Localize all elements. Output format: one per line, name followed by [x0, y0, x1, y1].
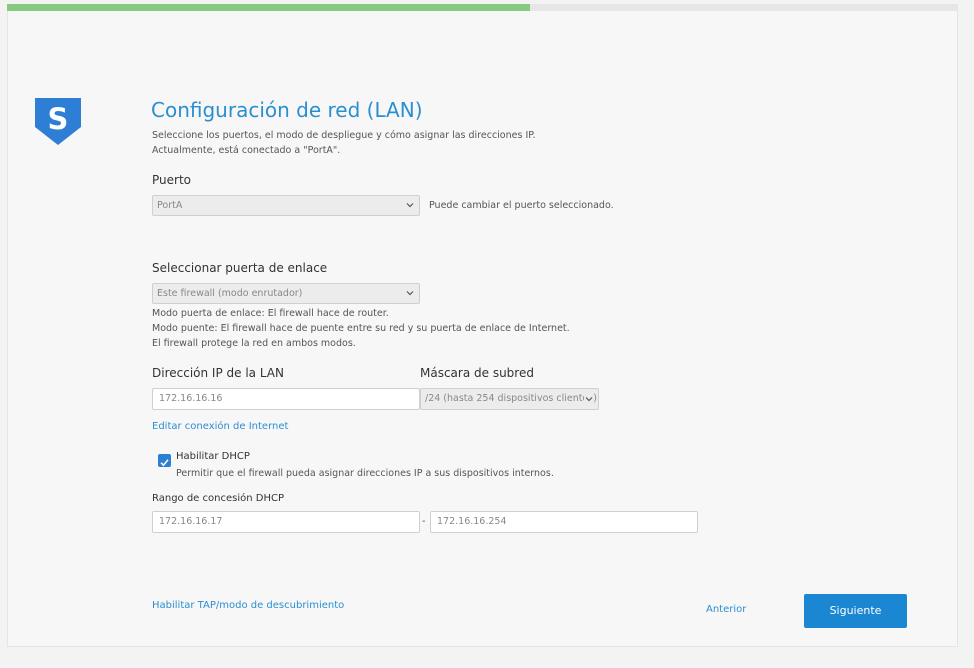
check-icon — [160, 459, 169, 467]
subtitle-line-1: Seleccione los puertos, el modo de despl… — [152, 130, 536, 141]
gateway-label: Seleccionar puerta de enlace — [152, 261, 328, 275]
dhcp-range-start-input[interactable]: 172.16.16.17 — [152, 511, 420, 533]
progress-bar — [7, 4, 958, 11]
sophos-shield-logo: S — [35, 98, 81, 145]
progress-fill — [7, 4, 531, 11]
port-select[interactable]: PortA — [152, 195, 420, 216]
gateway-select-value: Este firewall (modo enrutador) — [157, 288, 303, 299]
page-subtitle: Seleccione los puertos, el modo de despl… — [152, 128, 536, 158]
enable-dhcp-checkbox[interactable] — [158, 454, 171, 467]
chevron-down-icon — [406, 291, 414, 296]
page-title: Configuración de red (LAN) — [151, 98, 423, 122]
gateway-help-line-3: El firewall protege la red en ambos modo… — [152, 338, 356, 349]
next-button[interactable]: Siguiente — [804, 594, 907, 628]
subtitle-line-2: Actualmente, está conectado a "PortA". — [152, 145, 341, 156]
subnet-mask-label: Máscara de subred — [420, 366, 534, 380]
dhcp-range-label: Rango de concesión DHCP — [152, 493, 284, 504]
dhcp-range-end-input[interactable]: 172.16.16.254 — [430, 511, 698, 533]
port-select-value: PortA — [157, 200, 183, 211]
previous-button[interactable]: Anterior — [706, 604, 746, 615]
port-hint: Puede cambiar el puerto seleccionado. — [429, 200, 614, 211]
enable-dhcp-description: Permitir que el firewall pueda asignar d… — [176, 468, 554, 479]
lan-ip-input[interactable]: 172.16.16.16 — [152, 388, 420, 410]
subnet-mask-value: /24 (hasta 254 dispositivos clientes) — [425, 393, 597, 404]
gateway-help-line-1: Modo puerta de enlace: El firewall hace … — [152, 308, 389, 319]
lan-ip-label: Dirección IP de la LAN — [152, 366, 284, 380]
gateway-help: Modo puerta de enlace: El firewall hace … — [152, 306, 570, 351]
enable-tap-discovery-link[interactable]: Habilitar TAP/modo de descubrimiento — [152, 600, 344, 611]
chevron-down-icon — [406, 203, 414, 208]
subnet-mask-select[interactable]: /24 (hasta 254 dispositivos clientes) — [420, 388, 599, 410]
edit-internet-connection-link[interactable]: Editar conexión de Internet — [152, 421, 288, 432]
enable-dhcp-label: Habilitar DHCP — [176, 451, 250, 462]
gateway-select[interactable]: Este firewall (modo enrutador) — [152, 283, 420, 304]
gateway-help-line-2: Modo puente: El firewall hace de puente … — [152, 323, 570, 334]
dhcp-range-separator: - — [422, 516, 426, 527]
port-label: Puerto — [152, 173, 191, 187]
chevron-down-icon — [584, 394, 594, 404]
svg-text:S: S — [48, 102, 69, 136]
